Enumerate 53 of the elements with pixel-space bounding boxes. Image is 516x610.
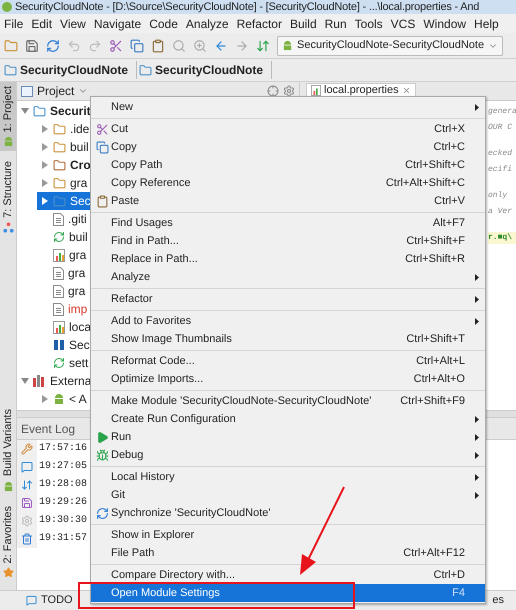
code-line: OUR C (488, 122, 514, 134)
tool-window-label: 7: Structure (0, 161, 15, 218)
tree-item-label: .giti (68, 211, 87, 228)
shortcut: Ctrl+D (434, 568, 465, 583)
shortcut: Ctrl+C (434, 140, 465, 155)
tree-item-label: < A (69, 391, 87, 408)
code-line: ecifi (488, 164, 514, 176)
shortcut: Ctrl+Alt+L (416, 354, 465, 369)
log-time: 17:57:16 (39, 442, 88, 456)
log-time: 19:27:05 (39, 460, 88, 474)
tree-item-label: .ide (70, 121, 90, 138)
tree-item-label: Sec (70, 193, 91, 210)
shortcut: Ctrl+Alt+O (414, 372, 465, 387)
shortcut: Ctrl+V (434, 194, 465, 209)
log-time: 19:30:30 (39, 514, 88, 528)
tool-window-label: Build Variants (0, 409, 15, 477)
tree-item-label: buil (69, 229, 88, 246)
code-line: ecked (488, 148, 514, 160)
shortcut: Ctrl+Shift+F (406, 234, 465, 249)
code-line: genera (488, 106, 516, 118)
code-line: only (488, 190, 508, 202)
tree-item-label: gra (70, 175, 88, 192)
log-time: 19:29:26 (39, 496, 88, 510)
tree-item-label: Securit (50, 103, 91, 120)
tree-item-label: buil (70, 139, 89, 156)
shortcut: Alt+F7 (432, 216, 465, 231)
tool-window-label: 1: Project (0, 86, 15, 132)
shortcut: Ctrl+Shift+T (406, 332, 465, 347)
tree-item-label: Externa (50, 373, 92, 390)
breadcrumb-label: SecurityCloudNote (155, 62, 264, 79)
code-line: a Ver (488, 206, 514, 218)
shortcut: F4 (452, 586, 465, 601)
tree-item-label: gra (68, 265, 86, 282)
tree-item-label: gra (68, 283, 86, 300)
log-time: 19:31:57 (39, 532, 88, 546)
tree-item-label: loca (69, 319, 92, 336)
tree-item-label: gra (69, 247, 86, 264)
breadcrumb-label: SecurityCloudNote (20, 62, 128, 79)
tree-item-label: imp (68, 301, 88, 318)
shortcut: Ctrl+Alt+F12 (403, 546, 465, 561)
shortcut: Ctrl+Shift+R (405, 252, 465, 267)
shortcut: Ctrl+X (434, 122, 465, 137)
tree-item-label: sett (69, 355, 88, 372)
shortcut: Ctrl+Alt+Shift+C (386, 176, 465, 191)
tool-window-label: 2: Favorites (0, 506, 15, 563)
log-time: 19:28:08 (39, 478, 88, 492)
window-title: SecurityCloudNote - [D:\Source\SecurityCloudNote] - [SecurityCloudNote] - ...\local.properties - And (15, 0, 480, 14)
shortcut: Ctrl+Shift+F9 (400, 394, 465, 409)
tree-item-label: Cro (70, 157, 91, 174)
shortcut: Ctrl+Shift+C (405, 158, 465, 173)
panel-title: Event Log (21, 420, 76, 438)
tool-window-label: es (492, 593, 504, 608)
tree-item-label: Sec (69, 337, 90, 354)
